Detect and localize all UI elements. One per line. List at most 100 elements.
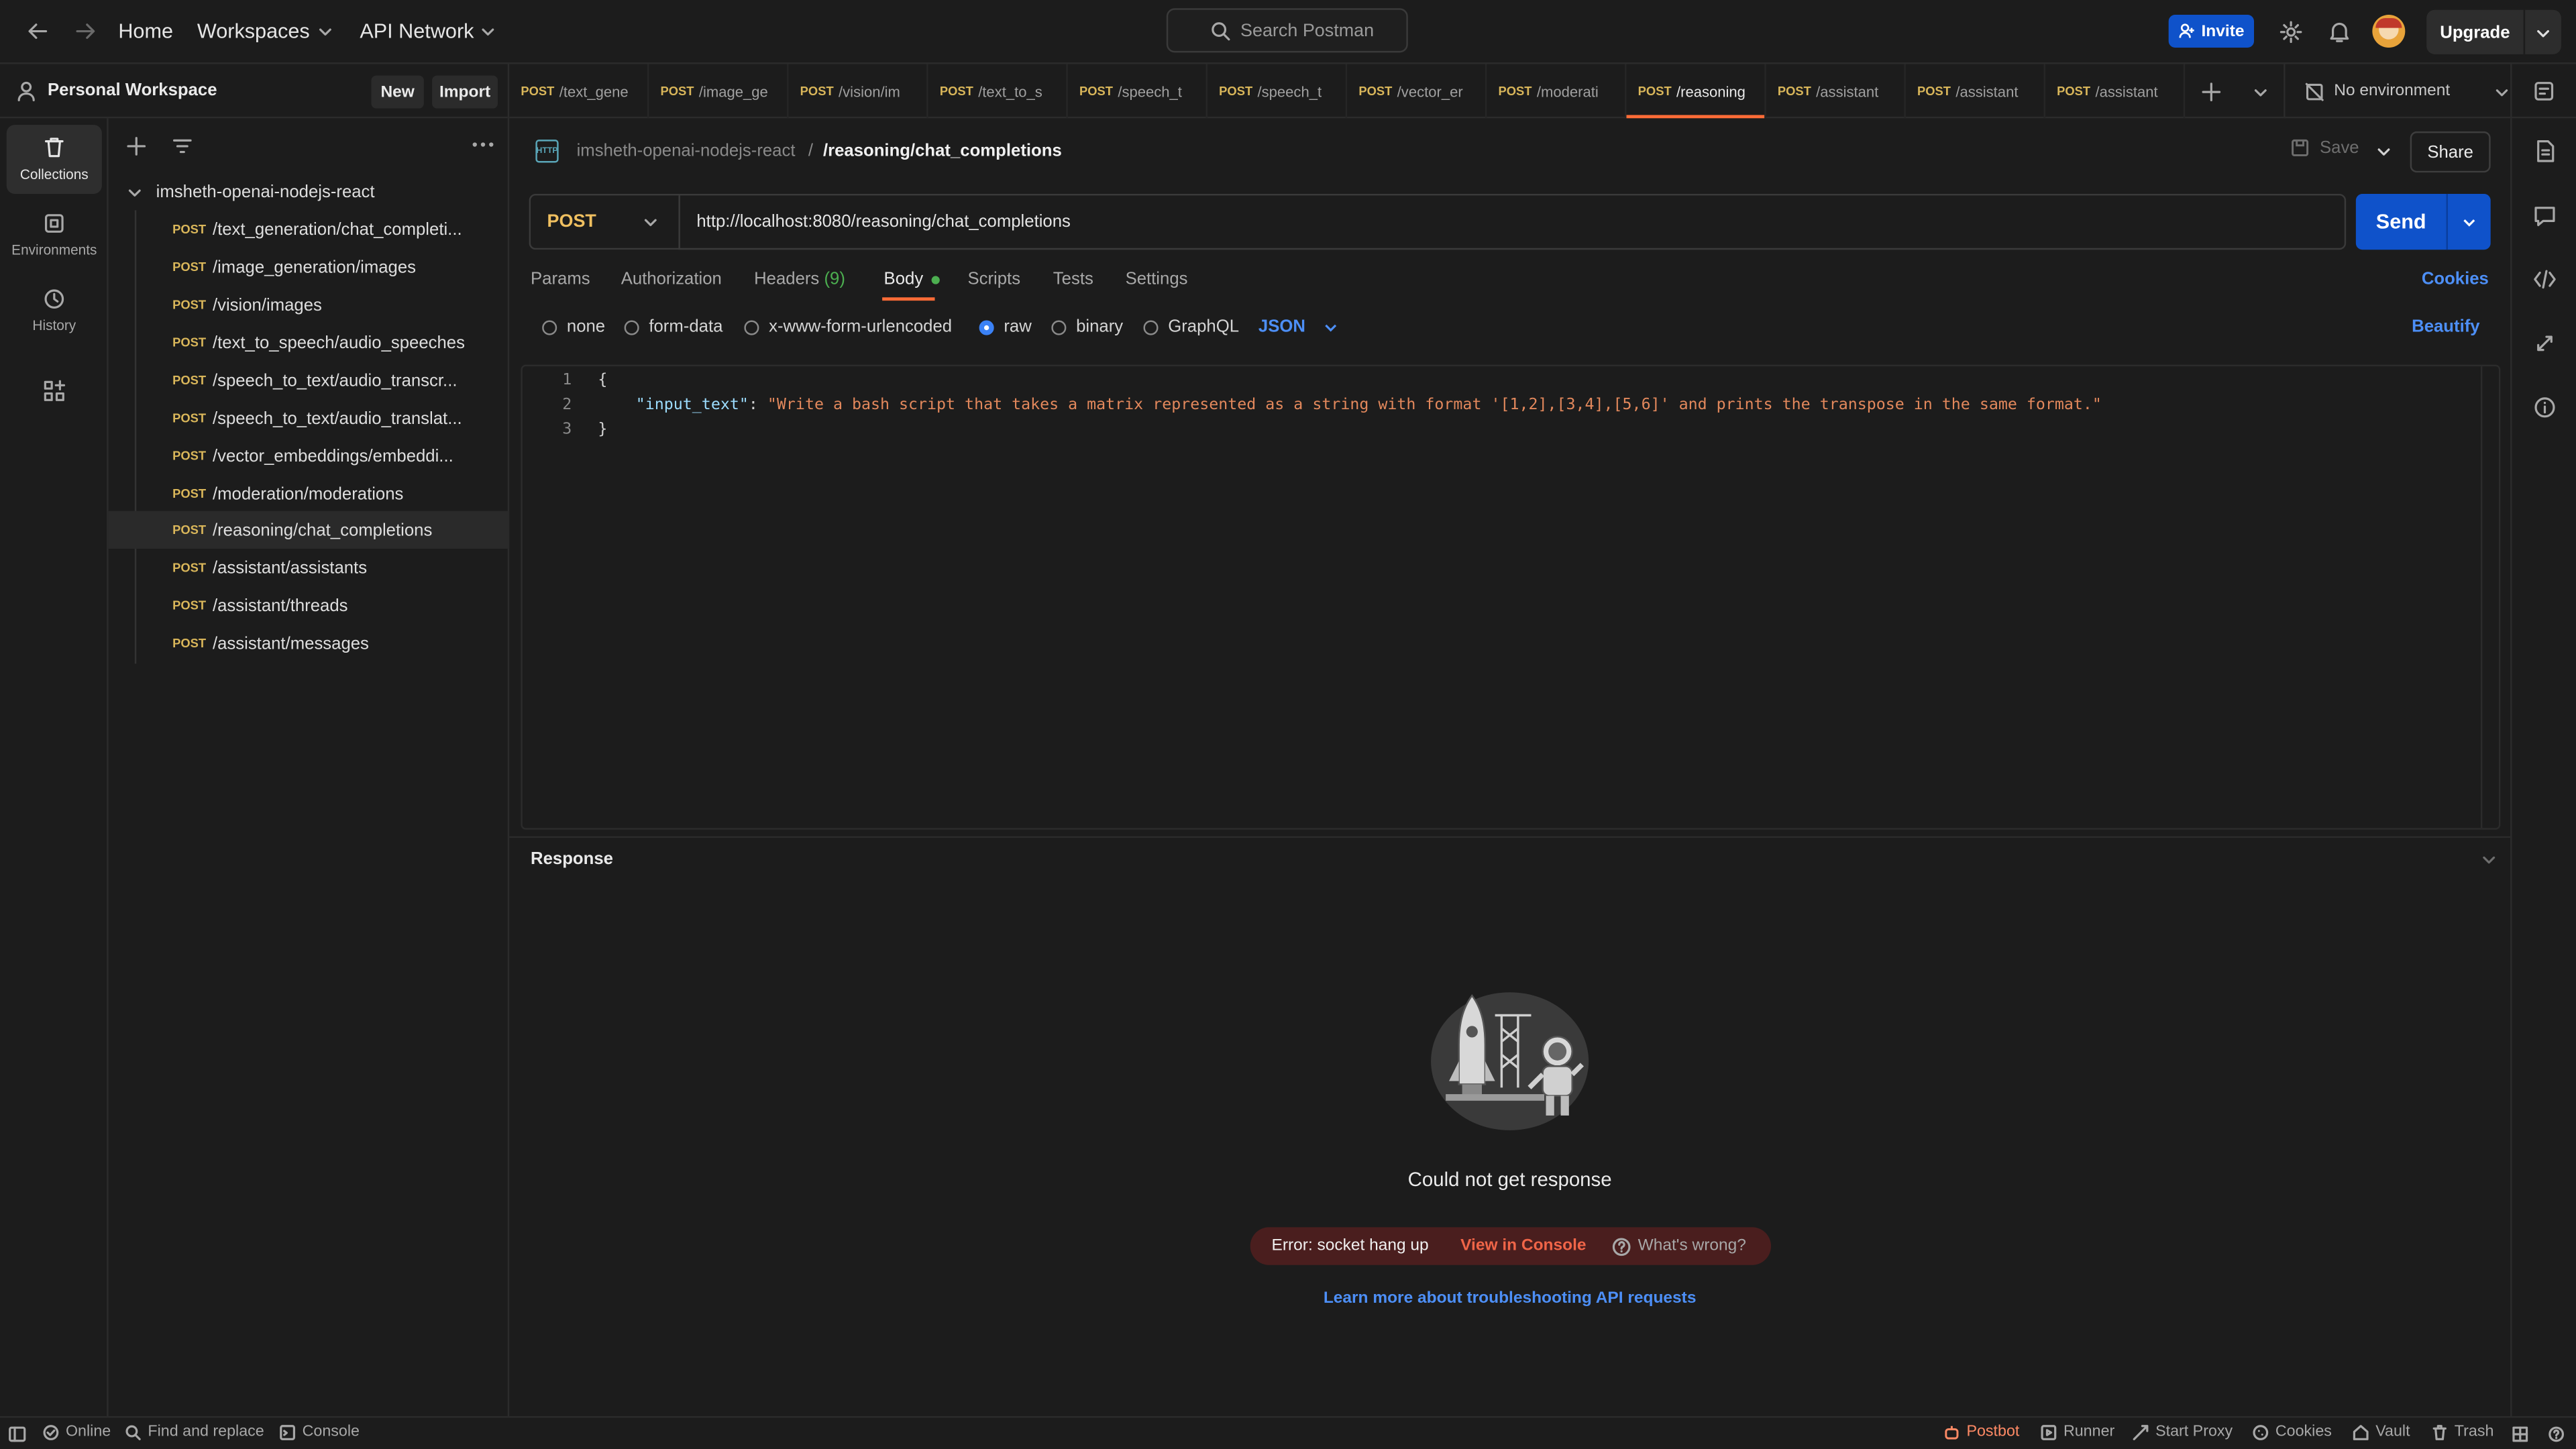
- toggle-sidebar-icon[interactable]: [8, 1426, 26, 1442]
- api-network-menu[interactable]: API Network: [360, 19, 496, 43]
- settings-gear-icon[interactable]: [2279, 19, 2304, 44]
- radio-circle-selected: [979, 319, 994, 335]
- request-tab[interactable]: POST/vision/im: [789, 64, 928, 119]
- collection-request-item[interactable]: POST/assistant/messages: [109, 625, 510, 662]
- vault-button[interactable]: Vault: [2353, 1423, 2410, 1441]
- avatar[interactable]: [2372, 15, 2406, 48]
- request-tab[interactable]: POST/text_to_s: [928, 64, 1068, 119]
- nav-history[interactable]: History: [7, 276, 102, 345]
- beautify-link[interactable]: Beautify: [2412, 317, 2479, 337]
- collection-request-item[interactable]: POST/image_generation/images: [109, 248, 510, 286]
- request-tab[interactable]: POST/speech_t: [1208, 64, 1348, 119]
- request-tab[interactable]: POST/speech_t: [1068, 64, 1208, 119]
- workspaces-menu[interactable]: Workspaces: [197, 19, 333, 43]
- plus-icon[interactable]: [2200, 81, 2220, 101]
- notifications-bell-icon[interactable]: [2328, 19, 2351, 44]
- tab-scripts[interactable]: Scripts: [967, 270, 1020, 289]
- console-button[interactable]: Console: [279, 1423, 360, 1441]
- view-in-console-link[interactable]: View in Console: [1460, 1237, 1611, 1255]
- request-tab[interactable]: POST/assistant: [1906, 64, 2046, 119]
- chevron-down-icon[interactable]: [2535, 24, 2551, 40]
- chevron-down-icon[interactable]: [2251, 83, 2267, 99]
- request-tab[interactable]: POST/assistant: [2045, 64, 2186, 119]
- documentation-icon[interactable]: [2535, 140, 2555, 162]
- environment-selector[interactable]: No environment: [2284, 64, 2510, 119]
- runner-button[interactable]: Runner: [2041, 1423, 2114, 1441]
- import-button[interactable]: Import: [432, 75, 498, 109]
- collection-request-item[interactable]: POST/assistant/threads: [109, 586, 510, 624]
- related-collections-icon[interactable]: [2535, 333, 2555, 353]
- tab-authorization[interactable]: Authorization: [621, 270, 722, 289]
- collection-request-item-selected[interactable]: POST/reasoning/chat_completions: [108, 511, 510, 549]
- body-type-raw[interactable]: raw: [979, 317, 1032, 337]
- start-proxy-button[interactable]: Start Proxy: [2133, 1423, 2233, 1441]
- send-button[interactable]: Send: [2355, 193, 2491, 250]
- collection-folder[interactable]: imsheth-openai-nodejs-react: [109, 172, 510, 210]
- request-tab[interactable]: POST/text_gene: [509, 64, 649, 119]
- collection-request-item[interactable]: POST/speech_to_text/audio_transcr...: [109, 362, 510, 399]
- filter-icon[interactable]: [172, 136, 192, 156]
- collection-request-item[interactable]: POST/vision/images: [109, 286, 510, 323]
- tab-body[interactable]: Body: [884, 270, 940, 289]
- share-button[interactable]: Share: [2410, 131, 2491, 173]
- request-tab[interactable]: POST/moderati: [1487, 64, 1627, 119]
- environment-quick-look-icon[interactable]: [2510, 64, 2576, 119]
- cookies-button[interactable]: Cookies: [2253, 1423, 2332, 1441]
- tab-headers[interactable]: Headers (9): [754, 270, 845, 289]
- whats-wrong-link[interactable]: What's wrong?: [1638, 1237, 1746, 1255]
- collection-request-item[interactable]: POST/speech_to_text/audio_translat...: [109, 399, 510, 437]
- request-tab-active[interactable]: POST/reasoning: [1626, 64, 1766, 119]
- body-editor[interactable]: 1 2 3 { "input_text": "Write a bash scri…: [521, 364, 2501, 830]
- runner-icon: [2041, 1424, 2057, 1440]
- cookies-link[interactable]: Cookies: [2422, 270, 2489, 289]
- search-input[interactable]: Search Postman: [1166, 8, 1408, 53]
- tab-controls: [2185, 64, 2284, 119]
- postbot-button[interactable]: Postbot: [1943, 1423, 2019, 1441]
- tab-tests[interactable]: Tests: [1053, 270, 1093, 289]
- request-tab[interactable]: POST/vector_er: [1347, 64, 1487, 119]
- body-type-graphql[interactable]: GraphQL: [1143, 317, 1239, 337]
- save-button[interactable]: Save: [2290, 138, 2359, 158]
- request-tab[interactable]: POST/assistant: [1766, 64, 1906, 119]
- nav-collections[interactable]: Collections: [6, 125, 102, 194]
- forward-arrow-icon[interactable]: [74, 19, 97, 42]
- help-icon[interactable]: [2548, 1426, 2565, 1442]
- collection-request-item[interactable]: POST/moderation/moderations: [109, 475, 510, 513]
- nav-configure-workbench[interactable]: [7, 356, 102, 425]
- trash-button[interactable]: Trash: [2432, 1423, 2493, 1441]
- plus-icon[interactable]: [127, 136, 146, 156]
- format-select[interactable]: JSON: [1258, 317, 1338, 337]
- request-tab[interactable]: POST/image_ge: [649, 64, 789, 119]
- two-pane-layout-icon[interactable]: [2512, 1426, 2528, 1442]
- invite-button[interactable]: Invite: [2168, 15, 2255, 48]
- breadcrumb-parent[interactable]: imsheth-openai-nodejs-react: [577, 142, 796, 161]
- comments-icon[interactable]: [2533, 205, 2556, 227]
- url-input[interactable]: http://localhost:8080/reasoning/chat_com…: [678, 193, 2347, 250]
- chevron-down-icon[interactable]: [2375, 143, 2392, 159]
- tab-params[interactable]: Params: [531, 270, 590, 289]
- body-type-form-data[interactable]: form-data: [624, 317, 722, 337]
- info-icon[interactable]: [2533, 396, 2556, 419]
- collection-request-item[interactable]: POST/assistant/assistants: [109, 549, 510, 586]
- nav-environments[interactable]: Environments: [7, 201, 102, 270]
- breadcrumb-current[interactable]: /reasoning/chat_completions: [823, 142, 1062, 161]
- body-type-urlencoded[interactable]: x-www-form-urlencoded: [744, 317, 952, 337]
- chevron-down-icon[interactable]: [2461, 213, 2477, 229]
- back-arrow-icon[interactable]: [26, 19, 49, 42]
- upgrade-button[interactable]: Upgrade: [2426, 9, 2561, 54]
- tab-settings[interactable]: Settings: [1126, 270, 1188, 289]
- home-link[interactable]: Home: [118, 19, 173, 42]
- chevron-down-icon[interactable]: [2481, 851, 2497, 867]
- body-type-none[interactable]: none: [542, 317, 605, 337]
- find-replace-button[interactable]: Find and replace: [125, 1423, 264, 1441]
- new-button[interactable]: New: [371, 75, 424, 109]
- method-select[interactable]: POST: [529, 193, 680, 250]
- troubleshooting-link[interactable]: Learn more about troubleshooting API req…: [0, 1289, 2576, 1307]
- more-options-icon[interactable]: [472, 142, 494, 148]
- body-type-binary[interactable]: binary: [1051, 317, 1123, 337]
- collection-request-item[interactable]: POST/vector_embeddings/embeddi...: [109, 437, 510, 474]
- code-snippet-icon[interactable]: [2533, 270, 2556, 289]
- collection-request-item[interactable]: POST/text_generation/chat_completi...: [109, 210, 510, 248]
- collection-request-item[interactable]: POST/text_to_speech/audio_speeches: [109, 323, 510, 361]
- online-status[interactable]: Online: [43, 1423, 111, 1441]
